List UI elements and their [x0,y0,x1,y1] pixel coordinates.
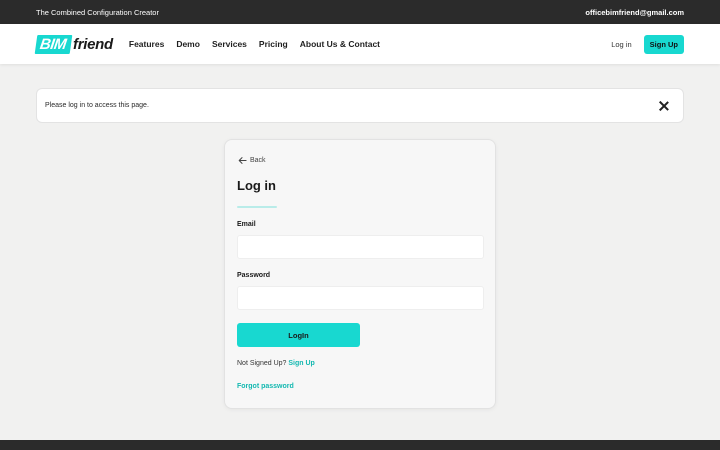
back-label: Back [250,157,266,164]
tagline: The Combined Configuration Creator [36,7,159,17]
nav-auth: Log in Sign Up [611,34,684,54]
nav-link-features[interactable]: Features [129,39,164,49]
not-signed-up-text: Not Signed Up? [237,360,287,367]
forgot-password-link[interactable]: Forgot password [237,383,294,390]
login-submit-button[interactable]: LogIn [237,323,360,347]
login-card: Back Log in Email Password LogIn Not Sig… [224,139,496,409]
nav-links: Features Demo Services Pricing About Us … [129,39,380,49]
login-required-alert: Please log in to access this page. [36,88,684,123]
logo-bim: BIM [34,34,73,54]
title-underline [237,206,277,208]
logo[interactable]: BIM friend [34,34,113,54]
email-label: Email [237,221,256,228]
contact-email[interactable]: officebimfriend@gmail.com [585,8,684,17]
email-field[interactable] [237,235,484,259]
alert-message: Please log in to access this page. [45,102,149,109]
signup-link[interactable]: Sign Up [288,360,314,367]
nav-link-demo[interactable]: Demo [176,39,200,49]
page-title: Log in [237,178,276,193]
signup-prompt: Not Signed Up? Sign Up [237,360,315,367]
main-nav: BIM friend Features Demo Services Pricin… [0,24,720,64]
password-label: Password [237,272,271,279]
nav-link-services[interactable]: Services [212,39,247,49]
arrow-left-icon [238,157,247,164]
back-link[interactable]: Back [238,156,266,165]
nav-login-link[interactable]: Log in [611,40,631,49]
logo-friend: friend [73,35,113,53]
password-field[interactable] [237,286,484,310]
nav-signup-button[interactable]: Sign Up [643,34,684,54]
nav-link-about-contact[interactable]: About Us & Contact [300,39,380,49]
nav-link-pricing[interactable]: Pricing [259,39,288,49]
top-bar: The Combined Configuration Creator offic… [0,0,720,24]
close-icon[interactable] [659,101,669,111]
footer [0,440,720,450]
